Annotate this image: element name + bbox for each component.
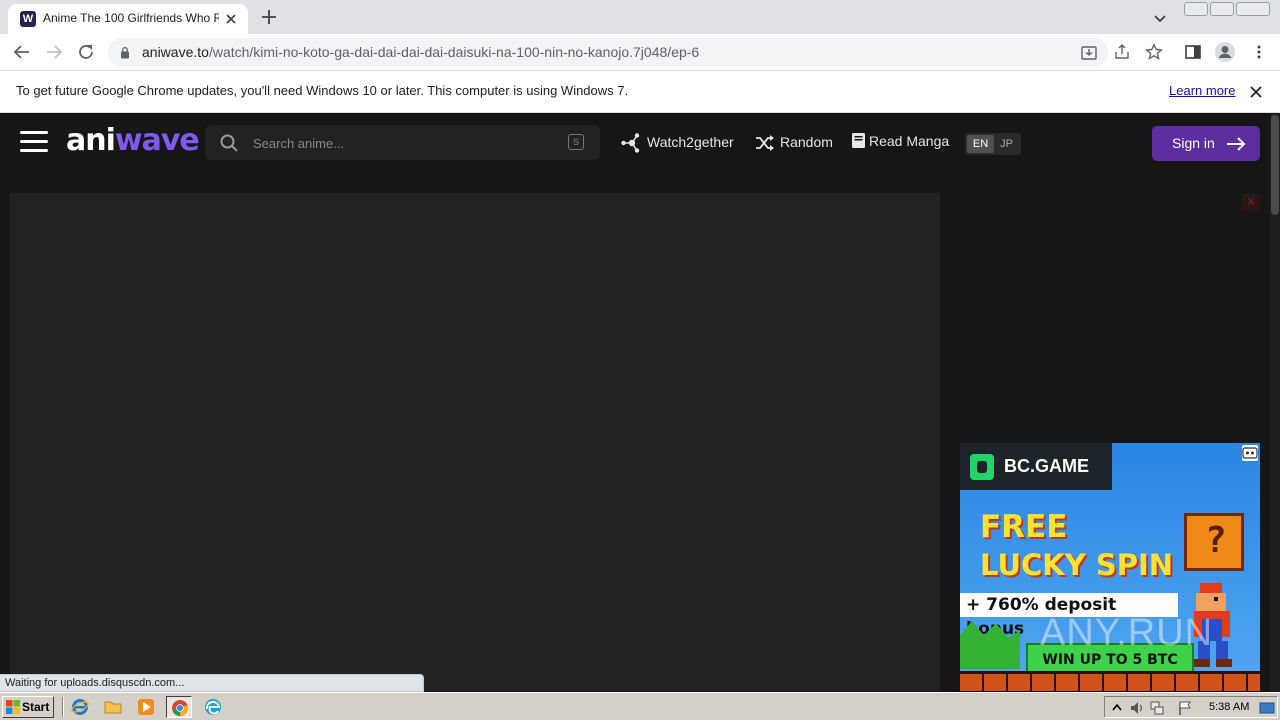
window-restore-button[interactable] bbox=[1210, 2, 1234, 16]
hamburger-menu-icon[interactable] bbox=[20, 131, 48, 153]
show-hidden-icons-icon[interactable] bbox=[1109, 700, 1125, 716]
pixel-brick-ground bbox=[960, 671, 1260, 691]
taskbar-clock[interactable]: 5:38 AM bbox=[1209, 701, 1249, 713]
aniwave-page: aniwave S Watch2gether Random Read Manga… bbox=[0, 113, 1270, 691]
nav-random[interactable]: Random bbox=[754, 132, 834, 154]
taskbar-edge[interactable] bbox=[200, 696, 226, 718]
share-icon[interactable] bbox=[1113, 43, 1131, 61]
nav-read-manga[interactable]: Read Manga bbox=[851, 132, 951, 154]
nav-random-label: Random bbox=[780, 134, 833, 150]
chrome-update-infobar: To get future Google Chrome updates, you… bbox=[0, 71, 1280, 113]
show-desktop-icon[interactable] bbox=[1259, 700, 1275, 716]
windows-taskbar: Start 5:38 AM bbox=[0, 692, 1280, 720]
browser-tabstrip: W Anime The 100 Girlfriends Who Reall bbox=[0, 0, 1280, 34]
url-path: /watch/kimi-no-koto-ga-dai-dai-dai-dai-d… bbox=[208, 44, 700, 60]
taskbar-separator bbox=[62, 697, 64, 717]
taskbar-chrome[interactable] bbox=[166, 696, 192, 718]
tab-title: Anime The 100 Girlfriends Who Reall bbox=[43, 11, 219, 25]
folder-icon bbox=[104, 701, 122, 714]
volume-icon[interactable] bbox=[1129, 700, 1145, 716]
nav-watch2gether[interactable]: Watch2gether bbox=[620, 132, 738, 154]
chrome-icon bbox=[172, 700, 188, 716]
search-box: S bbox=[205, 125, 600, 160]
ad-headline-free: FREE bbox=[980, 509, 1068, 545]
page-scrollbar[interactable] bbox=[1270, 113, 1280, 691]
network-icon[interactable] bbox=[1149, 700, 1165, 716]
status-bubble: Waiting for uploads.disquscdn.com... bbox=[0, 674, 424, 692]
taskbar-media-player[interactable] bbox=[133, 696, 159, 718]
book-icon bbox=[852, 133, 865, 148]
shuffle-icon bbox=[756, 135, 774, 151]
anyrun-watermark: ANY.RUN bbox=[1040, 612, 1214, 654]
ad-brand-bar: BC.GAME bbox=[960, 443, 1112, 490]
ad-close-button[interactable]: X bbox=[1242, 194, 1260, 211]
browser-tab[interactable]: W Anime The 100 Girlfriends Who Reall bbox=[8, 4, 248, 34]
aniwave-logo[interactable]: aniwave bbox=[66, 123, 200, 158]
side-panel-icon[interactable] bbox=[1184, 43, 1202, 61]
sign-in-button[interactable]: Sign in bbox=[1152, 126, 1260, 161]
infobar-message: To get future Google Chrome updates, you… bbox=[16, 83, 629, 98]
new-tab-icon[interactable] bbox=[258, 6, 280, 28]
scrollbar-thumb[interactable] bbox=[1271, 115, 1279, 215]
aniwave-favicon-icon: W bbox=[20, 11, 36, 27]
sign-in-label: Sign in bbox=[1172, 135, 1215, 151]
search-input[interactable] bbox=[253, 132, 553, 154]
tab-search-chevron-icon[interactable] bbox=[1150, 8, 1170, 28]
site-header: aniwave S Watch2gether Random Read Manga… bbox=[0, 113, 1270, 172]
bookmark-star-icon[interactable] bbox=[1145, 43, 1163, 61]
bcgame-logo-icon bbox=[970, 454, 994, 480]
infobar-close-icon[interactable] bbox=[1248, 84, 1264, 100]
browser-menu-icon[interactable] bbox=[1250, 43, 1268, 61]
forward-arrow-icon[interactable] bbox=[44, 42, 64, 62]
profile-avatar-icon[interactable] bbox=[1214, 41, 1236, 63]
taskbar-explorer[interactable] bbox=[100, 696, 126, 718]
lock-icon[interactable] bbox=[120, 46, 130, 59]
arrow-right-icon bbox=[1227, 137, 1246, 151]
media-player-icon bbox=[138, 699, 154, 715]
close-tab-icon[interactable] bbox=[222, 10, 240, 28]
search-shortcut-key: S bbox=[568, 134, 584, 150]
system-tray: 5:38 AM bbox=[1104, 696, 1278, 718]
install-app-icon[interactable] bbox=[1080, 44, 1098, 62]
ad-headline-spin: LUCKY SPIN bbox=[980, 548, 1174, 582]
window-close-button[interactable] bbox=[1236, 2, 1270, 16]
start-button[interactable]: Start bbox=[2, 696, 54, 718]
search-icon[interactable] bbox=[219, 133, 239, 153]
internet-explorer-icon bbox=[71, 699, 89, 715]
url-text[interactable]: aniwave.to/watch/kimi-no-koto-ga-dai-dai… bbox=[142, 44, 699, 60]
windows-flag-icon bbox=[6, 700, 20, 714]
taskbar-ie[interactable] bbox=[67, 696, 93, 718]
video-player[interactable] bbox=[10, 193, 940, 691]
reload-icon[interactable] bbox=[76, 42, 96, 62]
lang-en-button[interactable]: EN bbox=[967, 135, 994, 153]
back-arrow-icon[interactable] bbox=[12, 42, 32, 62]
action-center-flag-icon[interactable] bbox=[1177, 700, 1193, 716]
window-minimize-button[interactable] bbox=[1184, 2, 1208, 16]
lang-jp-button[interactable]: JP bbox=[993, 135, 1020, 153]
learn-more-link[interactable]: Learn more bbox=[1169, 83, 1235, 98]
language-toggle: EN JP bbox=[965, 133, 1021, 155]
start-label: Start bbox=[22, 700, 50, 714]
ad-brand-name: BC.GAME bbox=[1004, 456, 1089, 476]
nav-watch2gether-label: Watch2gether bbox=[647, 134, 734, 150]
share-nodes-icon bbox=[621, 133, 640, 153]
ad-choices-icon[interactable] bbox=[1242, 445, 1258, 461]
question-block-icon: ? bbox=[1184, 513, 1244, 571]
nav-read-manga-label: Read Manga bbox=[869, 133, 950, 149]
address-bar[interactable]: aniwave.to/watch/kimi-no-koto-ga-dai-dai… bbox=[108, 38, 1108, 67]
browser-toolbar: aniwave.to/watch/kimi-no-koto-ga-dai-dai… bbox=[0, 34, 1280, 71]
logo-part-ani: ani bbox=[66, 123, 116, 158]
question-mark: ? bbox=[1205, 520, 1227, 561]
edge-icon bbox=[205, 699, 221, 715]
logo-part-wave: wave bbox=[114, 123, 200, 158]
url-domain: aniwave.to bbox=[142, 44, 209, 60]
